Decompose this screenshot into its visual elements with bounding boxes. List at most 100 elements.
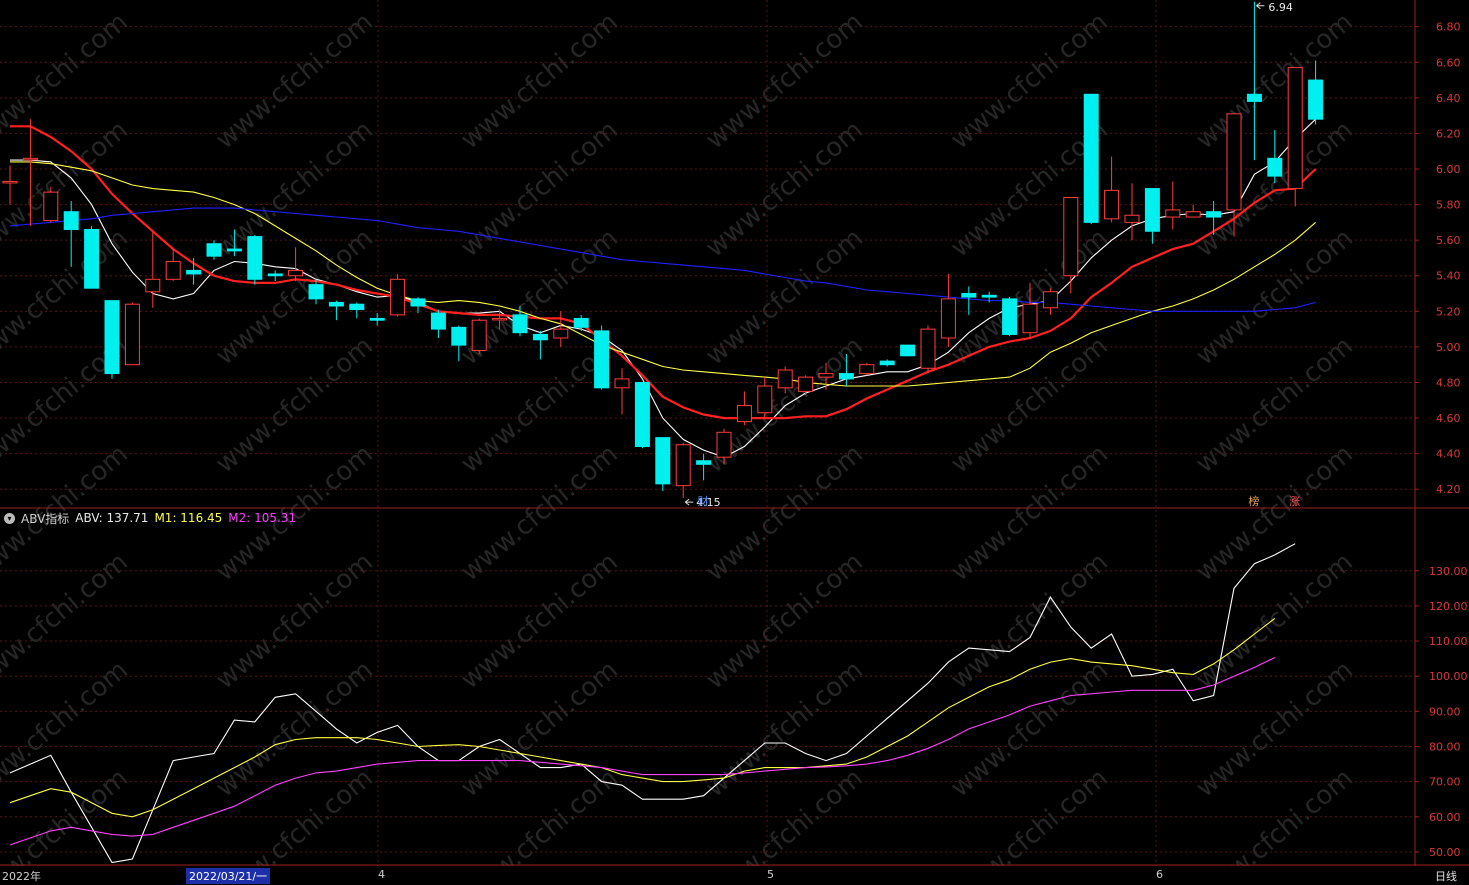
candle-body [981, 294, 997, 298]
abv-value: ABV: 137.71 [75, 511, 149, 525]
month-6-label: 6 [1156, 868, 1163, 881]
candle-body [2, 180, 18, 184]
candle-body [84, 228, 100, 289]
candle-body [206, 243, 222, 257]
candle-body [1308, 79, 1324, 120]
candle-body [369, 317, 385, 321]
indicator-tick-label: 90.00 [1429, 705, 1461, 718]
candle-body [288, 269, 304, 277]
candle-body [716, 431, 732, 458]
price-tick-label: 6.80 [1436, 21, 1461, 34]
indicator-tick-label: 110.00 [1429, 635, 1468, 648]
candle-body [1083, 93, 1099, 223]
candle-body [186, 269, 202, 275]
indicator-tick-label: 120.00 [1429, 600, 1468, 613]
price-tick-label: 4.20 [1436, 483, 1461, 496]
high-price-label: 6.94 [1268, 1, 1293, 14]
candle-body [818, 373, 834, 378]
candle-body [104, 300, 120, 375]
collapse-toggle-icon[interactable]: ▾ [4, 512, 15, 524]
candle-body [1185, 211, 1201, 218]
indicator-name[interactable]: ABV指标 [21, 510, 69, 527]
event-marker: 财 [698, 494, 709, 508]
candle-body [532, 333, 548, 341]
candle-body [63, 211, 79, 230]
candle-body [1104, 189, 1120, 220]
candle-body [614, 378, 630, 389]
candle-body [757, 385, 773, 414]
candle-body [961, 293, 977, 298]
year-label: 2022年 [2, 870, 41, 883]
month-4-label: 4 [378, 868, 385, 881]
m1-value: M1: 116.45 [154, 511, 223, 525]
price-tick-label: 5.60 [1436, 234, 1461, 247]
price-tick-label: 6.00 [1436, 163, 1461, 176]
moving-average-line [10, 125, 1317, 420]
indicator-header: ▾ ABV指标 ABV: 137.71 M1: 116.45 M2: 105.3… [4, 510, 296, 526]
moving-average-line [10, 118, 1316, 458]
candle-body [1063, 196, 1079, 277]
high-marker-arrow [1256, 2, 1265, 10]
candle-body [798, 376, 814, 392]
price-tick-label: 4.60 [1436, 412, 1461, 425]
candle-body [900, 344, 916, 357]
candle-body [328, 301, 344, 307]
event-marker: 涨 [1289, 495, 1300, 508]
candle-body [43, 191, 59, 222]
candle-body [226, 248, 242, 252]
candle-body [451, 326, 467, 346]
candle-body [1287, 67, 1303, 190]
moving-average-line [10, 161, 1316, 387]
candle-body [1144, 188, 1160, 232]
indicator-tick-label: 60.00 [1429, 811, 1461, 824]
candle-body [1246, 93, 1262, 102]
candle-body [124, 303, 140, 366]
candle-body [22, 157, 38, 161]
candle-body [1022, 303, 1038, 334]
candle-body [655, 437, 671, 485]
candle-body [594, 330, 610, 389]
indicator-tick-label: 100.00 [1429, 670, 1468, 683]
candle-body [838, 373, 854, 380]
indicator-tick-label: 70.00 [1429, 776, 1461, 789]
indicator-series-line [9, 543, 1296, 864]
price-tick-label: 6.60 [1436, 56, 1461, 69]
price-tick-label: 5.00 [1436, 341, 1461, 354]
candle-body [247, 236, 263, 280]
candle-body [1206, 211, 1222, 218]
time-axis: 2022年 2022/03/21/一 4 5 6 日线 [0, 866, 1469, 885]
month-5-label: 5 [767, 868, 774, 881]
candle-body [777, 369, 793, 389]
candle-body [696, 460, 712, 465]
candle-body [390, 278, 406, 316]
candle-body [1042, 291, 1058, 309]
watermark-text: www.cfchi.com [0, 763, 134, 866]
indicator-tick-label: 50.00 [1429, 846, 1461, 859]
candle-body [859, 364, 875, 375]
indicator-tick-label: 80.00 [1429, 740, 1461, 753]
candle-body [879, 360, 895, 366]
period-label[interactable]: 日线 [1435, 868, 1457, 884]
candle-body [553, 328, 569, 339]
price-tick-label: 5.40 [1436, 270, 1461, 283]
candle-body [634, 381, 650, 448]
candle-body [1124, 214, 1140, 223]
stock-chart[interactable]: www.cfchi.com www.cfchi.com www.cfchi.com w… [0, 0, 1469, 866]
candle-body [430, 312, 446, 330]
candle-body [267, 273, 283, 277]
candle-body [1165, 209, 1181, 218]
candle-body [145, 278, 161, 293]
candle-body [940, 298, 956, 339]
candle-body [349, 303, 365, 311]
candle-body [1267, 157, 1283, 177]
candle-body [736, 405, 752, 423]
candle-body [573, 317, 589, 328]
low-marker-arrow [684, 498, 694, 506]
price-tick-label: 4.40 [1436, 448, 1461, 461]
price-tick-label: 4.80 [1436, 376, 1461, 389]
m2-value: M2: 105.31 [228, 511, 297, 525]
candle-body [492, 317, 508, 321]
price-tick-label: 5.20 [1436, 305, 1461, 318]
candle-body [471, 319, 487, 351]
event-marker: 榜 [1248, 494, 1259, 508]
